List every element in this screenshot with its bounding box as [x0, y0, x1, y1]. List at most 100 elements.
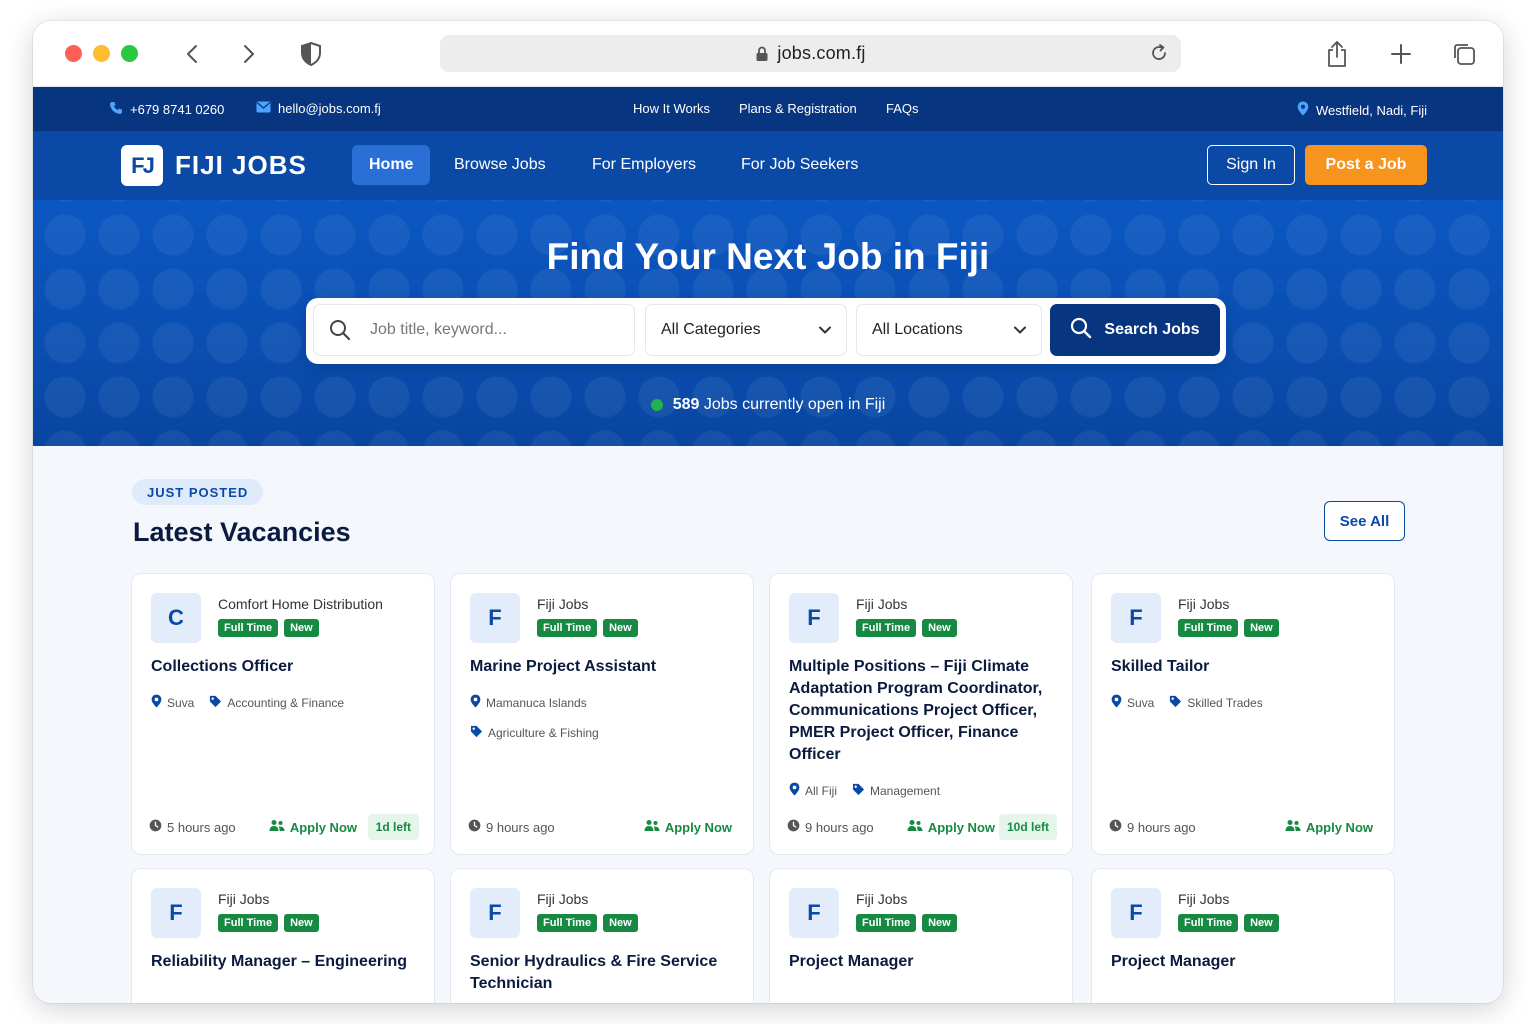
section-title: Latest Vacancies [133, 517, 351, 547]
job-card[interactable]: F Fiji Jobs Full Time New Multiple Positions… [769, 573, 1073, 855]
category-select[interactable]: All Categories [645, 304, 847, 356]
search-icon [1070, 317, 1092, 344]
keyword-placeholder: Job title, keyword... [370, 321, 507, 338]
job-tags: Full Time New [218, 619, 319, 637]
nav-for-employers[interactable]: For Employers [575, 145, 713, 185]
job-title[interactable]: Collections Officer [151, 656, 421, 678]
apply-label: Apply Now [927, 819, 995, 835]
company-avatar: C [151, 593, 201, 643]
tabs-overview-icon[interactable] [1451, 39, 1477, 69]
forward-icon[interactable] [236, 39, 260, 69]
location-text: Suva [1127, 695, 1155, 710]
job-location: Mamanuca Islands [470, 694, 597, 711]
map-pin-icon [1297, 101, 1309, 119]
job-tags: Full Time New [537, 619, 638, 637]
posted-text: 9 hours ago [805, 819, 874, 835]
contact-email[interactable]: hello@jobs.com.fj [256, 101, 381, 116]
company-name: Comfort Home Distribution [218, 596, 383, 612]
job-title[interactable]: Skilled Tailor [1111, 656, 1381, 678]
tag-icon [209, 695, 222, 711]
job-title[interactable]: Multiple Positions – Fiji Climate Adapta… [789, 656, 1059, 766]
job-card[interactable]: F Fiji Jobs Full Time New Project Manager [1091, 868, 1395, 1003]
apply-now-link[interactable]: Apply Now [907, 819, 995, 835]
category-text: Agriculture & Fishing [488, 726, 599, 740]
back-icon[interactable] [181, 39, 205, 69]
posted-time: 9 hours ago [1109, 819, 1196, 835]
job-card[interactable]: F Fiji Jobs Full Time New Marine Project Ass… [450, 573, 754, 855]
close-window-button[interactable] [65, 45, 82, 62]
location-text: All Fiji [805, 783, 837, 798]
nav-home[interactable]: Home [352, 145, 431, 185]
latest-vacancies-section: JUST POSTED Latest Vacancies See All C Co… [33, 446, 1503, 1003]
clock-icon [149, 819, 162, 835]
job-title[interactable]: Project Manager [1111, 951, 1381, 973]
location-text: Westfield, Nadi, Fiji [1316, 102, 1428, 118]
job-type-badge: Full Time [537, 619, 598, 637]
company-avatar: F [470, 593, 520, 643]
sign-in-button[interactable]: Sign In [1207, 145, 1295, 185]
new-badge: New [1244, 914, 1279, 932]
main-navigation: FJ FIJI JOBS Home Browse Jobs For Employ… [33, 131, 1503, 200]
apply-now-link[interactable]: Apply Now [644, 819, 732, 835]
maximize-window-button[interactable] [121, 45, 138, 62]
post-a-job-button[interactable]: Post a Job [1305, 145, 1427, 185]
clock-icon [468, 819, 481, 835]
apply-now-link[interactable]: Apply Now [1285, 819, 1373, 835]
nav-browse-jobs[interactable]: Browse Jobs [437, 145, 563, 185]
job-tags: Full Time New [1178, 914, 1279, 932]
job-card[interactable]: F Fiji Jobs Full Time New Project Manager [769, 868, 1073, 1003]
reload-icon[interactable] [1149, 43, 1169, 68]
job-title[interactable]: Marine Project Assistant [470, 656, 740, 678]
chevron-down-icon [818, 323, 832, 342]
tag-icon [852, 783, 865, 799]
company-name: Fiji Jobs [537, 891, 589, 907]
link-how-it-works[interactable]: How It Works [633, 101, 710, 116]
job-title[interactable]: Project Manager [789, 951, 1059, 973]
browser-window: jobs.com.fj +679 8741 0260 hello@jobs.co… [33, 21, 1503, 1003]
job-title[interactable]: Senior Hydraulics & Fire Service Technic… [470, 951, 740, 995]
job-card[interactable]: F Fiji Jobs Full Time New Reliability Manage… [131, 868, 435, 1003]
site-logo[interactable]: FJ FIJI JOBS [121, 145, 307, 186]
phone-icon [109, 101, 123, 118]
nav-for-job-seekers[interactable]: For Job Seekers [724, 145, 875, 185]
new-badge: New [1244, 619, 1279, 637]
location-select[interactable]: All Locations [856, 304, 1042, 356]
job-tags: Full Time New [537, 914, 638, 932]
job-category: Agriculture & Fishing [470, 725, 609, 741]
logo-mark: FJ [121, 145, 163, 186]
job-type-badge: Full Time [218, 914, 279, 932]
share-icon[interactable] [1325, 39, 1349, 69]
job-tags: Full Time New [856, 619, 957, 637]
job-card[interactable]: C Comfort Home Distribution Full Time New Co… [131, 573, 435, 855]
job-title[interactable]: Reliability Manager – Engineering [151, 951, 421, 973]
section-pill: JUST POSTED [132, 479, 264, 505]
job-meta: All Fiji Management [789, 782, 950, 799]
job-card[interactable]: F Fiji Jobs Full Time New Skilled Tailor Suva… [1091, 573, 1395, 855]
job-type-badge: Full Time [856, 914, 917, 932]
job-card-footer: 9 hours ago Apply Now [1109, 814, 1379, 840]
posted-time: 5 hours ago [149, 819, 236, 835]
minimize-window-button[interactable] [93, 45, 110, 62]
browser-toolbar: jobs.com.fj [33, 21, 1503, 87]
address-bar[interactable]: jobs.com.fj [440, 35, 1181, 72]
days-left-badge: 1d left [367, 814, 419, 840]
apply-now-link[interactable]: Apply Now [269, 819, 357, 835]
new-tab-icon[interactable] [1389, 39, 1413, 69]
shield-icon[interactable] [299, 39, 323, 69]
link-plans-registration[interactable]: Plans & Registration [739, 101, 857, 116]
location-text: Suva [167, 695, 195, 710]
tag-icon [1169, 695, 1182, 711]
keyword-search-input[interactable]: Job title, keyword... [313, 304, 635, 356]
job-type-badge: Full Time [218, 619, 279, 637]
link-faqs[interactable]: FAQs [886, 101, 919, 116]
contact-phone[interactable]: +679 8741 0260 [109, 101, 224, 118]
see-all-button[interactable]: See All [1324, 501, 1405, 541]
open-jobs-indicator: 589 Jobs currently open in Fiji [33, 396, 1503, 414]
new-badge: New [922, 619, 957, 637]
posted-time: 9 hours ago [787, 819, 874, 835]
job-card[interactable]: F Fiji Jobs Full Time New Senior Hydraulics … [450, 868, 754, 1003]
job-type-badge: Full Time [537, 914, 598, 932]
apply-label: Apply Now [664, 819, 732, 835]
users-icon [907, 819, 923, 835]
search-jobs-button[interactable]: Search Jobs [1050, 304, 1220, 356]
